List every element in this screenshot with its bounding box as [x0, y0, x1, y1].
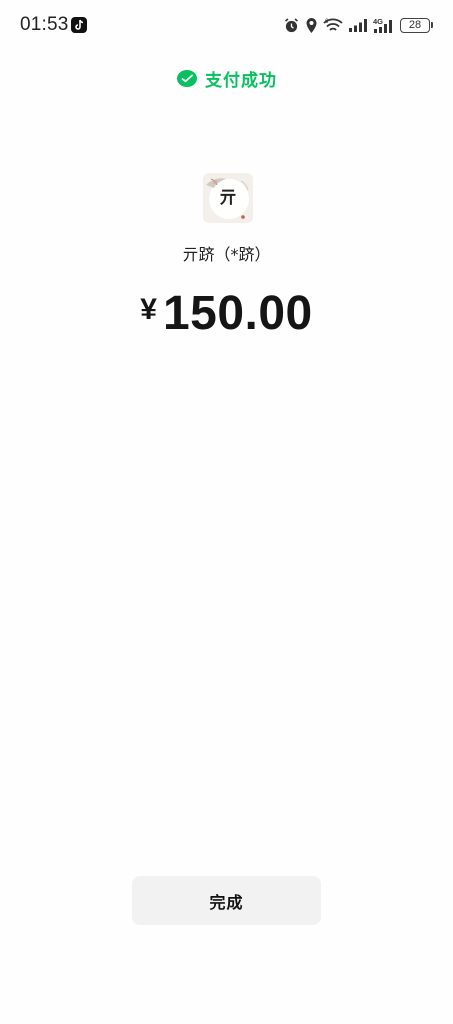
currency-symbol: ¥: [140, 292, 157, 326]
status-bar: 01:53 6 4G 28: [0, 0, 453, 52]
payment-status-title: 支付成功: [205, 71, 277, 91]
status-icons: 6 4G 28: [283, 15, 433, 35]
signal-4g-icon: 4G: [373, 17, 395, 34]
network-label: 4G: [373, 17, 383, 26]
payment-amount: ¥ 150.00: [0, 286, 453, 341]
battery-icon: 28: [400, 17, 430, 33]
tiktok-icon: [71, 17, 87, 33]
amount-value: 150.00: [162, 287, 313, 340]
alarm-icon: [283, 17, 300, 34]
location-icon: [305, 17, 318, 34]
payment-status-header: 支付成功: [0, 66, 453, 91]
payment-success-screen: 01:53 6 4G 28 支付成功 亓 亓跻（*跻） ¥ 150.00 完成: [0, 0, 453, 1024]
avatar-character: 亓: [219, 188, 237, 208]
signal-icon: [348, 18, 368, 33]
payee-name: 亓跻（*跻）: [182, 245, 271, 264]
wifi-icon: 6: [323, 17, 343, 34]
done-button[interactable]: 完成: [132, 876, 321, 925]
wechat-pay-icon: [176, 68, 198, 90]
avatar: 亓: [203, 173, 253, 223]
battery-tip: [431, 22, 433, 28]
status-time: 01:53: [20, 14, 69, 35]
